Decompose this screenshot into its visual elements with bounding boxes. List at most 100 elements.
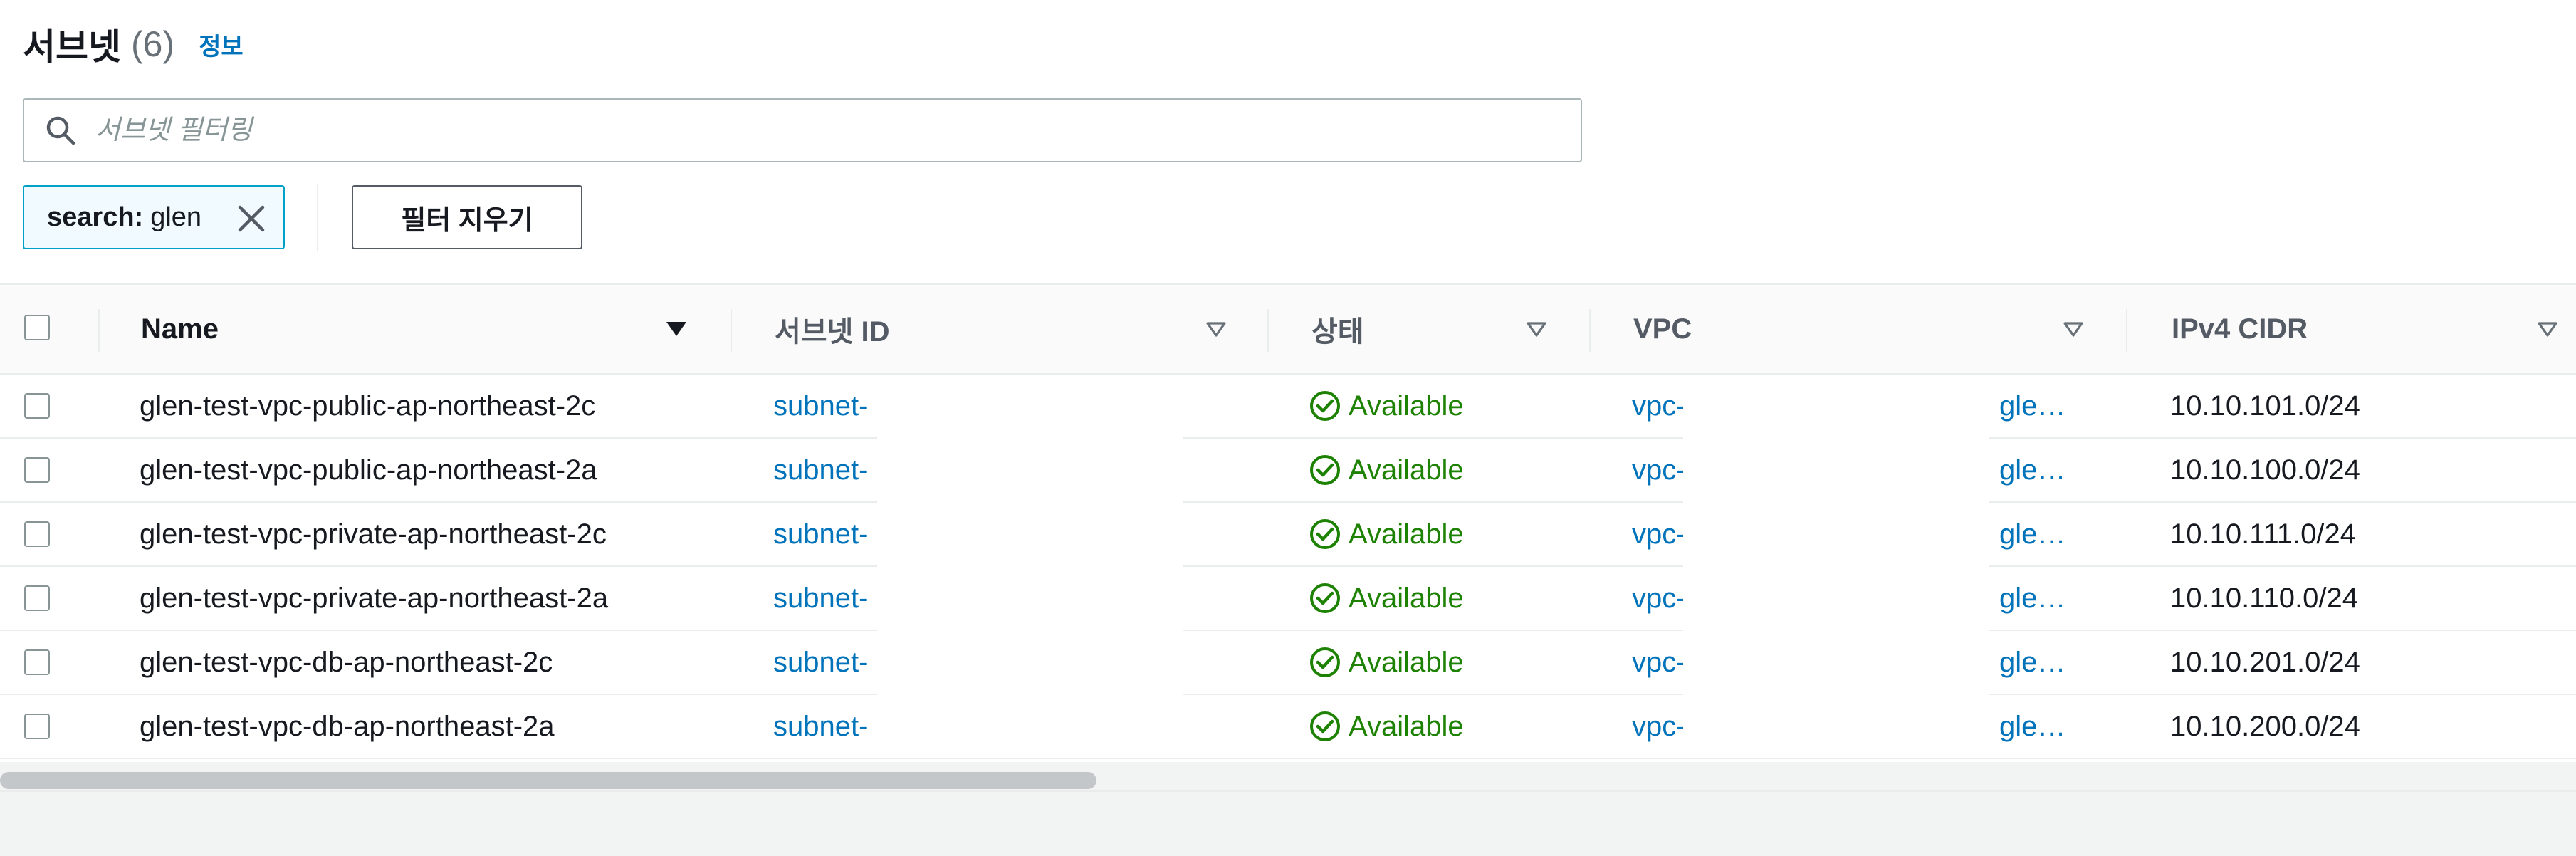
column-header-state-label: 상태	[1311, 316, 1364, 348]
subnet-name: glen-test-vpc-private-ap-northeast-2c	[140, 518, 607, 550]
check-circle-icon	[1310, 391, 1340, 421]
subnet-id-link[interactable]: subnet-	[773, 695, 868, 758]
redaction-block	[877, 383, 1183, 746]
page-title: 서브넷	[23, 27, 121, 67]
vpc-name-link[interactable]: gle…	[1999, 375, 2065, 437]
check-circle-icon	[1310, 647, 1340, 677]
info-link[interactable]: 정보	[199, 27, 244, 62]
ipv4-cidr: 10.10.110.0/24	[2170, 582, 2358, 614]
filter-token-key: search:	[47, 202, 144, 232]
column-header-name-label: Name	[141, 313, 219, 345]
caret-down-outline-icon[interactable]	[1205, 318, 1227, 340]
ipv4-cidr: 10.10.200.0/24	[2170, 710, 2360, 742]
status-label: Available	[1349, 390, 1464, 422]
table-row[interactable]: glen-test-vpc-private-ap-northeast-2a su…	[0, 567, 2576, 631]
check-circle-icon	[1310, 519, 1340, 549]
vpc-id-link[interactable]: vpc-	[1632, 503, 1686, 565]
table-row[interactable]: glen-test-vpc-private-ap-northeast-2c su…	[0, 503, 2576, 567]
status-available: Available	[1309, 567, 1464, 630]
vpc-id-link[interactable]: vpc-	[1632, 375, 1686, 437]
horizontal-scrollbar[interactable]	[0, 762, 2576, 798]
subnet-name: glen-test-vpc-public-ap-northeast-2c	[140, 390, 596, 422]
vpc-id-link[interactable]: vpc-	[1632, 695, 1686, 758]
close-icon[interactable]	[235, 202, 268, 235]
vpc-id-link[interactable]: vpc-	[1632, 567, 1686, 630]
column-separator	[731, 309, 732, 352]
ipv4-cidr: 10.10.101.0/24	[2170, 390, 2360, 422]
row-checkbox[interactable]	[24, 714, 50, 739]
subnet-name: glen-test-vpc-private-ap-northeast-2a	[140, 582, 609, 614]
status-label: Available	[1349, 582, 1464, 614]
search-icon	[46, 116, 75, 145]
row-checkbox[interactable]	[24, 649, 50, 675]
vpc-id-link[interactable]: vpc-	[1632, 439, 1686, 501]
status-available: Available	[1309, 503, 1464, 565]
caret-down-filled-icon[interactable]	[665, 318, 688, 340]
status-available: Available	[1309, 375, 1464, 437]
status-available: Available	[1309, 439, 1464, 501]
column-header-vpc-label: VPC	[1633, 313, 1692, 345]
column-separator	[98, 309, 100, 352]
ipv4-cidr: 10.10.201.0/24	[2170, 646, 2360, 678]
select-all-checkbox[interactable]	[24, 315, 50, 340]
vpc-name-link[interactable]: gle…	[1999, 695, 2065, 758]
redaction-block	[1683, 383, 1989, 746]
subnet-name: glen-test-vpc-public-ap-northeast-2a	[140, 454, 597, 486]
row-checkbox[interactable]	[24, 585, 50, 611]
vpc-name-link[interactable]: gle…	[1999, 503, 2065, 565]
row-checkbox[interactable]	[24, 521, 50, 547]
row-checkbox[interactable]	[24, 457, 50, 483]
vpc-name-link[interactable]: gle…	[1999, 567, 2065, 630]
column-separator	[1589, 309, 1591, 352]
status-available: Available	[1309, 695, 1464, 758]
check-circle-icon	[1310, 455, 1340, 485]
filter-token-value: glen	[150, 202, 202, 232]
subnets-panel: 서브넷 (6) 정보 search: glen 필터 지우기 Name 서브넷	[0, 0, 2576, 763]
vpc-name-link[interactable]: gle…	[1999, 439, 2065, 501]
table-row[interactable]: glen-test-vpc-db-ap-northeast-2c subnet-…	[0, 631, 2576, 695]
subnet-name: glen-test-vpc-db-ap-northeast-2c	[140, 646, 553, 678]
status-label: Available	[1349, 518, 1464, 550]
subnet-id-link[interactable]: subnet-	[773, 567, 868, 630]
caret-down-outline-icon[interactable]	[2536, 318, 2559, 340]
table-header: Name 서브넷 ID 상태 VPC IPv4 CIDR	[0, 283, 2576, 375]
status-label: Available	[1349, 710, 1464, 742]
table-row[interactable]: glen-test-vpc-db-ap-northeast-2a subnet-…	[0, 695, 2576, 759]
subnet-count: (6)	[131, 24, 175, 64]
check-circle-icon	[1310, 583, 1340, 613]
scrollbar-thumb[interactable]	[0, 772, 1096, 789]
status-label: Available	[1349, 646, 1464, 678]
status-label: Available	[1349, 454, 1464, 486]
table-row[interactable]: glen-test-vpc-public-ap-northeast-2a sub…	[0, 439, 2576, 503]
filter-token: search: glen	[23, 185, 285, 249]
column-header-subnet-id-label: 서브넷 ID	[775, 316, 890, 348]
subnet-id-link[interactable]: subnet-	[773, 503, 868, 565]
subnet-id-link[interactable]: subnet-	[773, 375, 868, 437]
column-header-ipv4-cidr-label: IPv4 CIDR	[2172, 313, 2308, 345]
caret-down-outline-icon[interactable]	[1525, 318, 1548, 340]
column-header-subnet-id[interactable]: 서브넷 ID	[775, 285, 890, 373]
table-row[interactable]: glen-test-vpc-public-ap-northeast-2c sub…	[0, 375, 2576, 439]
header: 서브넷 (6) 정보	[23, 16, 244, 73]
search-box[interactable]	[23, 98, 1582, 162]
vpc-id-link[interactable]: vpc-	[1632, 631, 1686, 694]
caret-down-outline-icon[interactable]	[2062, 318, 2085, 340]
column-separator	[1267, 309, 1269, 352]
subnet-id-link[interactable]: subnet-	[773, 439, 868, 501]
column-header-state[interactable]: 상태	[1311, 285, 1364, 373]
column-header-ipv4-cidr[interactable]: IPv4 CIDR	[2172, 285, 2308, 373]
vpc-name-link[interactable]: gle…	[1999, 631, 2065, 694]
clear-filters-button[interactable]: 필터 지우기	[352, 185, 582, 249]
subnet-id-link[interactable]: subnet-	[773, 631, 868, 694]
ipv4-cidr: 10.10.100.0/24	[2170, 454, 2360, 486]
row-checkbox[interactable]	[24, 393, 50, 419]
check-circle-icon	[1310, 711, 1340, 741]
search-input[interactable]	[94, 114, 1450, 147]
status-available: Available	[1309, 631, 1464, 694]
column-header-name[interactable]: Name	[141, 285, 219, 373]
divider	[0, 790, 2576, 792]
subnet-name: glen-test-vpc-db-ap-northeast-2a	[140, 710, 555, 742]
column-header-vpc[interactable]: VPC	[1633, 285, 1692, 373]
column-separator	[2126, 309, 2127, 352]
ipv4-cidr: 10.10.111.0/24	[2170, 518, 2356, 550]
